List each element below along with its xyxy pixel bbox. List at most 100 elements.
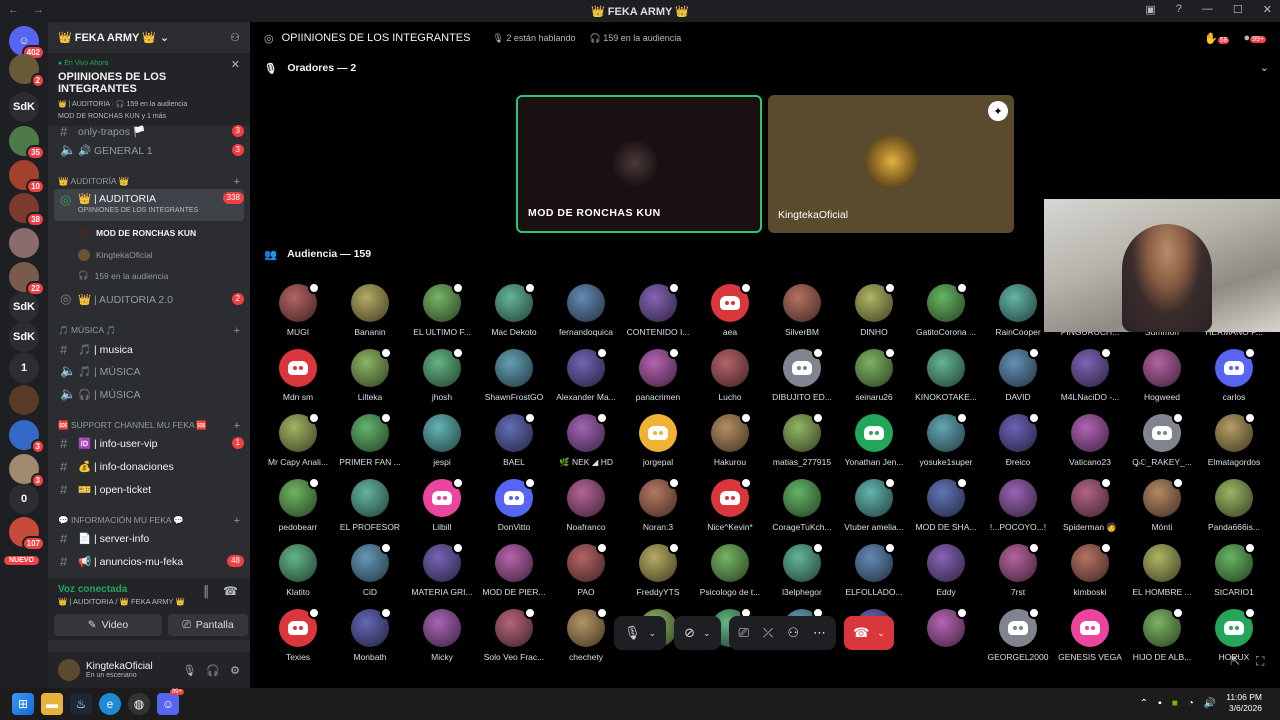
fullscreen-icon[interactable]: ⛶	[1256, 654, 1264, 669]
server-icon[interactable]: 2	[9, 54, 45, 88]
audience-member[interactable]: Monbath	[334, 607, 406, 674]
audience-member[interactable]: Hogweed	[1126, 349, 1198, 414]
audience-member[interactable]: pedobearr	[262, 477, 334, 544]
audience-member[interactable]: yosuke1super	[910, 412, 982, 479]
file-explorer-icon[interactable]: ▬	[41, 693, 63, 715]
audience-member[interactable]: ELFOLLADO...	[838, 542, 910, 609]
more-icon[interactable]: ⋯	[813, 625, 826, 641]
audience-member[interactable]: ShawnFrostGO	[478, 349, 550, 414]
channel-musica-voice-2[interactable]: 🔈 🎧 | MÚSICA	[54, 383, 244, 405]
audience-member[interactable]: MOD DE PIER...	[478, 544, 550, 609]
channel-info-donaciones[interactable]: # 💰 | info-donaciones	[54, 455, 244, 477]
audience-member[interactable]: PRIMER FAN ...	[334, 412, 406, 479]
audience-member[interactable]: GENESIS VEGA	[1054, 609, 1126, 674]
audience-member[interactable]: !...POCOYO...!	[982, 479, 1054, 544]
avatar[interactable]	[58, 659, 80, 681]
windows-start-icon[interactable]: ⊞	[12, 693, 34, 715]
category-musica[interactable]: 🎵 MÚSICA 🎵 +	[58, 325, 240, 337]
server-icon[interactable]: 38	[9, 193, 45, 227]
audience-member[interactable]: Mónti	[1126, 477, 1198, 544]
server-icon[interactable]: 107	[9, 517, 45, 551]
server-icon[interactable]: 1	[9, 353, 39, 383]
server-icon[interactable]: SdK	[9, 292, 39, 322]
audience-member[interactable]: Ꝙ𝔒_RAKEY_...	[1126, 412, 1198, 479]
audience-member[interactable]	[910, 607, 982, 674]
microphone-icon[interactable]: 🎙	[182, 664, 196, 677]
speaker-tile[interactable]: MOD DE RONCHAS KUN	[516, 95, 762, 233]
audience-member[interactable]: panacrimen	[622, 347, 694, 414]
audience-member[interactable]: EL HOMBRE ...	[1126, 544, 1198, 609]
audience-member[interactable]: Klatito	[262, 544, 334, 609]
audience-member[interactable]: EL PROFESOR	[334, 479, 406, 544]
audience-member[interactable]: Psicologo de t...	[694, 544, 766, 609]
move-to-audience-icon[interactable]: ⤫	[763, 625, 773, 641]
plus-icon[interactable]: +	[234, 176, 240, 188]
stage-member[interactable]: MOD DE RONCHAS KUN	[78, 227, 196, 239]
audience-member[interactable]: DIBUJITO ED...	[766, 347, 838, 414]
audience-member[interactable]: Mr Capy Anali...	[262, 412, 334, 479]
audience-member[interactable]: Noran:3	[622, 477, 694, 544]
close-icon[interactable]: ✕	[1263, 3, 1272, 16]
direct-messages-icon[interactable]: ☺ 402	[9, 26, 45, 60]
server-icon[interactable]: SdK	[9, 92, 39, 122]
audience-member[interactable]: PAO	[550, 542, 622, 609]
audience-member[interactable]: Lilbill	[406, 477, 478, 544]
leave-stage-button[interactable]: ☎ ⌄	[843, 616, 894, 650]
server-icon[interactable]: 3	[9, 454, 45, 488]
app-tray-icon[interactable]: ▪	[1158, 698, 1162, 709]
add-member-icon[interactable]: ⚇	[230, 31, 240, 44]
audience-member[interactable]: Solo Veo Frac...	[478, 607, 550, 674]
category-auditoria[interactable]: 👑 AUDITORÍA 👑 +	[58, 176, 240, 188]
server-icon[interactable]: 3	[9, 420, 45, 454]
audience-member[interactable]: Micky	[406, 609, 478, 674]
help-icon[interactable]: ?	[1176, 3, 1182, 16]
audience-member[interactable]: Spiderman 🧑	[1054, 477, 1126, 544]
channel-info-user-vip[interactable]: # 🆔 | info-user-vip 1	[54, 432, 244, 454]
audience-member[interactable]: jhosh	[406, 347, 478, 414]
audience-member[interactable]: Elmatagordos	[1198, 412, 1270, 479]
nvidia-icon[interactable]: ■	[1172, 698, 1178, 709]
headphones-icon[interactable]: 🎧	[206, 664, 220, 677]
audience-member[interactable]: Ðreico	[982, 412, 1054, 479]
audience-member[interactable]: MUGI	[262, 282, 334, 349]
channel-anuncios[interactable]: # 📢 | anuncios-mu-feka 48	[54, 550, 244, 572]
chevron-up-icon[interactable]: ⌃	[1140, 698, 1148, 709]
audience-member[interactable]: seinaru26	[838, 347, 910, 414]
audience-member[interactable]: StCARIO1	[1198, 542, 1270, 609]
raised-hand-icon[interactable]: ✋ 58	[1204, 32, 1230, 45]
audience-member[interactable]: l3elphegor	[766, 542, 838, 609]
audience-member[interactable]: MATERIA GRI...	[406, 542, 478, 609]
category-informacion[interactable]: 💬 INFORMACIÓN MU FEKA 💬 +	[58, 515, 240, 527]
audience-member[interactable]: MOD DE SHA...	[910, 477, 982, 544]
audience-member[interactable]: KINOKOTAKE...	[910, 349, 982, 414]
audience-member[interactable]: jorgepal	[622, 414, 694, 479]
audience-member[interactable]: fernandoquica	[550, 284, 622, 349]
audience-member[interactable]: KAMIDE...	[1270, 609, 1280, 674]
clock[interactable]: 11:06 PM 3/6/2026	[1226, 692, 1262, 714]
audience-member[interactable]: carlos	[1198, 347, 1270, 414]
audience-member[interactable]: Bananin	[334, 284, 406, 349]
server-header[interactable]: 👑 FEKA ARMY 👑 ⌄ ⚇	[48, 22, 250, 54]
audience-member[interactable]: Hakurou	[694, 412, 766, 479]
speakers-header[interactable]: 🎙 Oradores — 2 ⌄	[264, 62, 1269, 75]
audience-member[interactable]: Panda666is...	[1198, 479, 1270, 544]
screen-share-icon[interactable]: ⎚	[739, 625, 749, 641]
steam-icon[interactable]: ♨	[70, 693, 92, 715]
stage-member[interactable]: KingtekaOficial	[78, 249, 153, 261]
channel-server-info[interactable]: # 📄 | server-info	[54, 527, 244, 549]
audience-member[interactable]: FreddyYTS	[622, 542, 694, 609]
audience-member[interactable]: HIJO DE ALB...	[1126, 607, 1198, 674]
audience-member[interactable]: aea	[694, 282, 766, 349]
server-icon[interactable]	[9, 228, 39, 258]
disconnect-icon[interactable]: ☎	[223, 584, 238, 598]
audience-member[interactable]: Lilteka	[334, 347, 406, 414]
inbox-icon[interactable]: ● 99+	[1243, 32, 1266, 45]
audience-member[interactable]: Eddy	[910, 544, 982, 609]
audience-member[interactable]: EL ULTIMO F...	[406, 282, 478, 349]
audience-member[interactable]: CONTENIDO I...	[622, 282, 694, 349]
edge-icon[interactable]: e	[99, 693, 121, 715]
close-icon[interactable]: ✕	[231, 58, 240, 71]
audience-member[interactable]: SilverBM	[766, 284, 838, 349]
audience-member[interactable]: 🌿 NEK ◢ HD	[550, 412, 622, 479]
plus-icon[interactable]: +	[234, 515, 240, 527]
